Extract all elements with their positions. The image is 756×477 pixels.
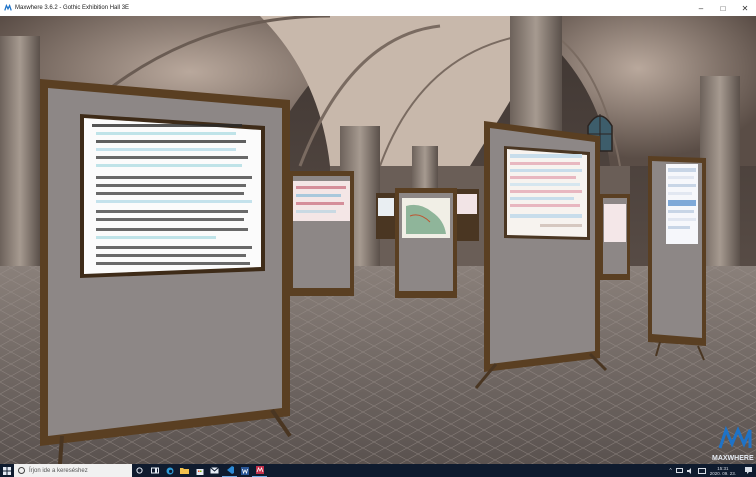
exhibit-panel-mid-2[interactable]: [395, 188, 457, 298]
edge-icon[interactable]: [162, 464, 177, 477]
chevron-up-icon[interactable]: ^: [669, 468, 671, 474]
cortana-icon[interactable]: [132, 464, 147, 477]
task-view-icon[interactable]: [147, 464, 162, 477]
volume-icon[interactable]: [686, 467, 694, 474]
exhibit-panel-main[interactable]: [40, 79, 292, 464]
exhibit-panel-mid-1[interactable]: [289, 171, 354, 296]
minimize-button[interactable]: –: [690, 0, 712, 16]
file-explorer-icon[interactable]: [177, 464, 192, 477]
network-icon[interactable]: [675, 467, 683, 474]
maxwhere-logo-text: MAXWHERE: [712, 455, 754, 462]
search-placeholder: Írjon ide a kereséshez: [29, 467, 88, 474]
start-button[interactable]: [0, 464, 14, 477]
mail-icon[interactable]: [207, 464, 222, 477]
windows-taskbar: Írjon ide a kereséshez ^ 15:31 2020. 09.…: [0, 464, 756, 477]
window-title-bar: Maxwhere 3.6.2 - Gothic Exhibition Hall …: [0, 0, 756, 16]
search-icon: [18, 467, 25, 474]
exhibit-panel-right-mid[interactable]: [600, 194, 630, 280]
maxwhere-app-icon: [4, 4, 12, 11]
maximize-button[interactable]: □: [712, 0, 734, 16]
exhibit-panel-far-1[interactable]: [376, 193, 396, 239]
system-tray: ^ 15:31 2020. 09. 23.: [669, 464, 736, 477]
taskbar-search-box[interactable]: Írjon ide a kereséshez: [14, 464, 132, 477]
close-button[interactable]: ✕: [734, 0, 756, 16]
system-clock[interactable]: 15:31 2020. 09. 23.: [710, 466, 736, 476]
window-title: Maxwhere 3.6.2 - Gothic Exhibition Hall …: [15, 5, 130, 11]
vscode-icon[interactable]: [222, 464, 237, 477]
exhibit-panel-far-2[interactable]: [455, 189, 479, 241]
gothic-exhibition-hall-viewport[interactable]: MAXWHERE: [0, 16, 756, 464]
clock-date: 2020. 09. 23.: [709, 470, 736, 476]
exhibit-panel-right[interactable]: [648, 156, 706, 361]
exhibit-panel-center[interactable]: [474, 121, 608, 389]
store-icon[interactable]: [192, 464, 207, 477]
word-icon[interactable]: [237, 464, 252, 477]
maxwhere-taskbar-icon[interactable]: [252, 464, 267, 477]
keyboard-icon[interactable]: [697, 467, 706, 474]
windows-icon: [3, 466, 11, 475]
action-center-icon[interactable]: [744, 466, 753, 475]
